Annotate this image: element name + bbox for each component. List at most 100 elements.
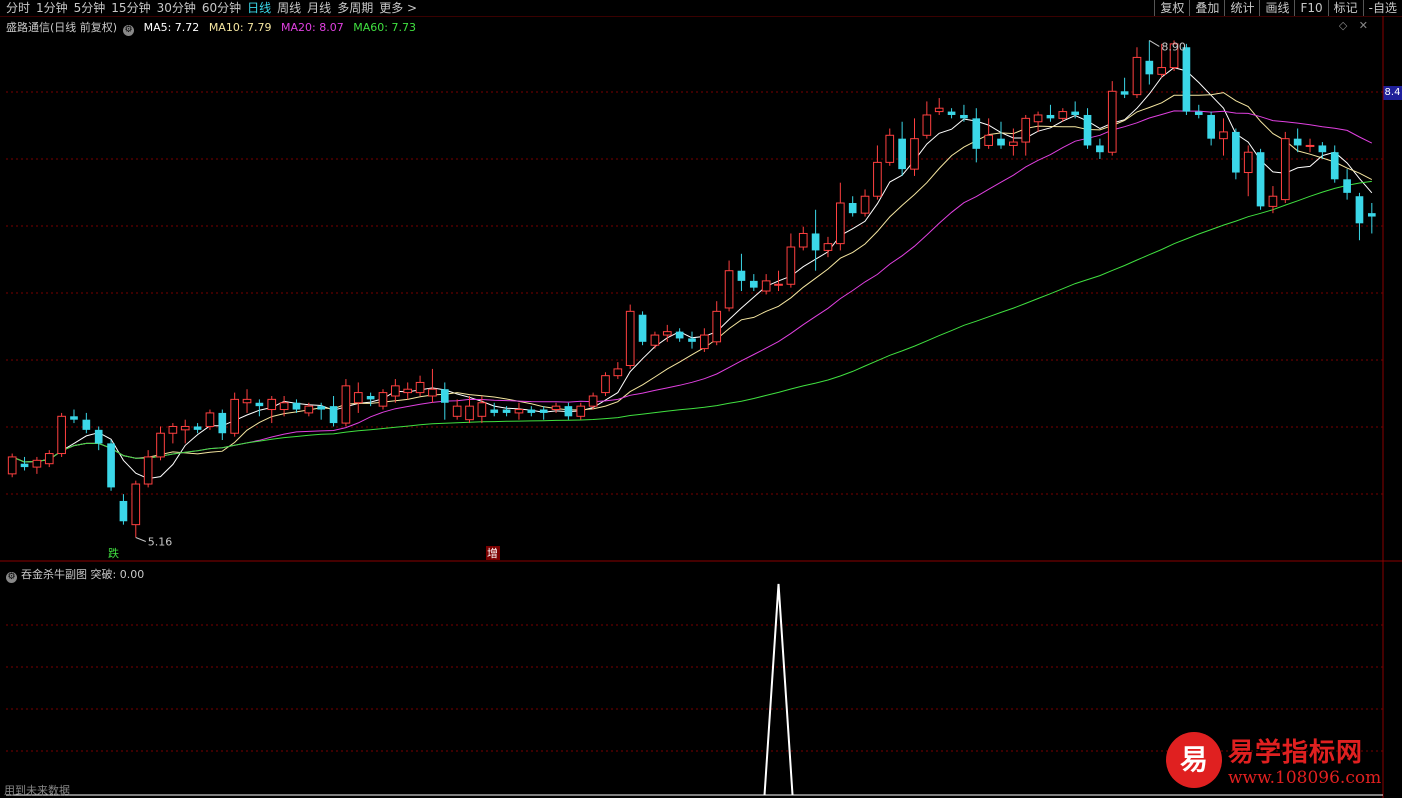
- candle-body-91: [1132, 56, 1142, 96]
- candle-body-97: [1207, 114, 1215, 139]
- candle-body-61: [761, 280, 771, 292]
- candle-body-64: [798, 232, 808, 248]
- candle-body-52: [650, 334, 660, 346]
- candle-body-47: [588, 395, 598, 407]
- candle-body-88: [1096, 145, 1104, 153]
- candle-body-82: [1021, 117, 1031, 143]
- candle-body-8: [107, 443, 115, 488]
- candle-body-1: [20, 463, 29, 468]
- watermark-logo: 易: [1166, 732, 1222, 788]
- ma5-line: [12, 67, 1373, 480]
- candle-body-41: [514, 409, 524, 414]
- candle-body-28: [353, 392, 363, 404]
- candle-body-96: [1194, 111, 1203, 115]
- candle-body-80: [997, 138, 1005, 146]
- candle-body-110: [1367, 213, 1376, 217]
- candle-body-79: [984, 134, 993, 146]
- candle-body-9: [119, 500, 128, 522]
- candle-body-13: [168, 425, 178, 434]
- candle-body-89: [1107, 90, 1117, 153]
- candle-body-75: [934, 107, 944, 113]
- ma60-line: [12, 180, 1372, 463]
- candle-body-100: [1243, 151, 1253, 174]
- candle-body-49: [613, 368, 623, 377]
- low-pointer: [135, 537, 146, 542]
- candle-body-70: [873, 161, 882, 197]
- candle-body-103: [1280, 138, 1290, 201]
- candle-body-83: [1033, 114, 1043, 123]
- candle-body-45: [564, 406, 573, 417]
- candle-body-63: [786, 246, 796, 285]
- high-pointer: [1149, 40, 1160, 47]
- candle-body-22: [279, 402, 289, 411]
- candle-body-105: [1305, 144, 1315, 147]
- candle-body-43: [539, 409, 548, 413]
- candle-body-78: [972, 118, 981, 149]
- candle-body-51: [638, 314, 647, 342]
- candle-body-40: [502, 409, 511, 413]
- marker-die: 跌: [108, 546, 119, 560]
- candle-body-33: [415, 381, 425, 394]
- candle-body-59: [737, 270, 746, 281]
- candle-body-66: [823, 243, 833, 251]
- ma10-line: [12, 92, 1373, 463]
- watermark: 易 易学指标网 www.108096.com: [1162, 726, 1402, 798]
- candle-body-56: [700, 334, 709, 350]
- candle-body-101: [1256, 152, 1265, 207]
- settings-icon[interactable]: ⚙: [6, 572, 17, 583]
- candle-body-46: [576, 405, 586, 417]
- candle-body-69: [860, 195, 870, 214]
- candle-body-27: [341, 385, 351, 424]
- candle-body-99: [1232, 131, 1240, 173]
- candle-body-90: [1120, 91, 1129, 95]
- candle-body-4: [57, 415, 66, 455]
- candle-body-35: [440, 389, 449, 403]
- candle-body-21: [267, 398, 277, 411]
- candle-body-77: [960, 114, 968, 119]
- candle-body-62: [774, 283, 783, 286]
- candle-body-26: [329, 406, 338, 424]
- candle-body-5: [70, 416, 78, 420]
- sub-indicator-spike: [763, 583, 794, 796]
- candle-body-10: [131, 483, 141, 526]
- candle-body-19: [242, 398, 252, 404]
- sub-indicator-value: 突破: 0.00: [90, 568, 145, 581]
- sub-legend: ⚙ 吞金杀牛副图 突破: 0.00: [6, 566, 144, 583]
- candle-body-38: [477, 402, 487, 417]
- candle-body-104: [1293, 138, 1302, 146]
- candle-body-20: [255, 402, 264, 407]
- candle-body-86: [1071, 111, 1080, 115]
- candle-body-84: [1046, 114, 1055, 119]
- candle-body-54: [675, 331, 684, 339]
- candle-body-48: [601, 375, 610, 394]
- candle-body-60: [749, 280, 758, 288]
- candle-body-53: [662, 331, 672, 336]
- candle-body-16: [205, 412, 215, 427]
- candle-body-42: [527, 409, 536, 413]
- candle-body-2: [32, 459, 42, 468]
- candle-body-34: [428, 388, 437, 397]
- candlestick-chart[interactable]: 8.90 5.16 跌 增: [0, 0, 1402, 798]
- candle-body-11: [143, 456, 153, 485]
- candle-body-95: [1182, 47, 1191, 112]
- candle-body-30: [378, 392, 388, 407]
- low-label: 5.16: [148, 536, 173, 549]
- candle-body-57: [712, 310, 722, 343]
- candle-body-109: [1355, 196, 1364, 224]
- candle-body-36: [452, 405, 462, 417]
- marker-zeng: 增: [487, 546, 498, 560]
- candle-body-18: [230, 398, 239, 434]
- candle-body-55: [688, 338, 696, 342]
- sub-indicator-title[interactable]: 吞金杀牛副图: [21, 568, 87, 581]
- candle-body-31: [391, 385, 400, 397]
- candle-body-39: [490, 409, 499, 413]
- candle-body-24: [304, 405, 314, 414]
- ma20-line: [12, 110, 1373, 463]
- candle-body-68: [848, 203, 857, 214]
- candle-body-7: [94, 429, 103, 444]
- candle-body-74: [922, 114, 932, 136]
- candle-body-107: [1330, 152, 1339, 180]
- candle-body-73: [910, 138, 919, 170]
- candle-body-106: [1318, 145, 1327, 153]
- candle-body-0: [7, 456, 17, 475]
